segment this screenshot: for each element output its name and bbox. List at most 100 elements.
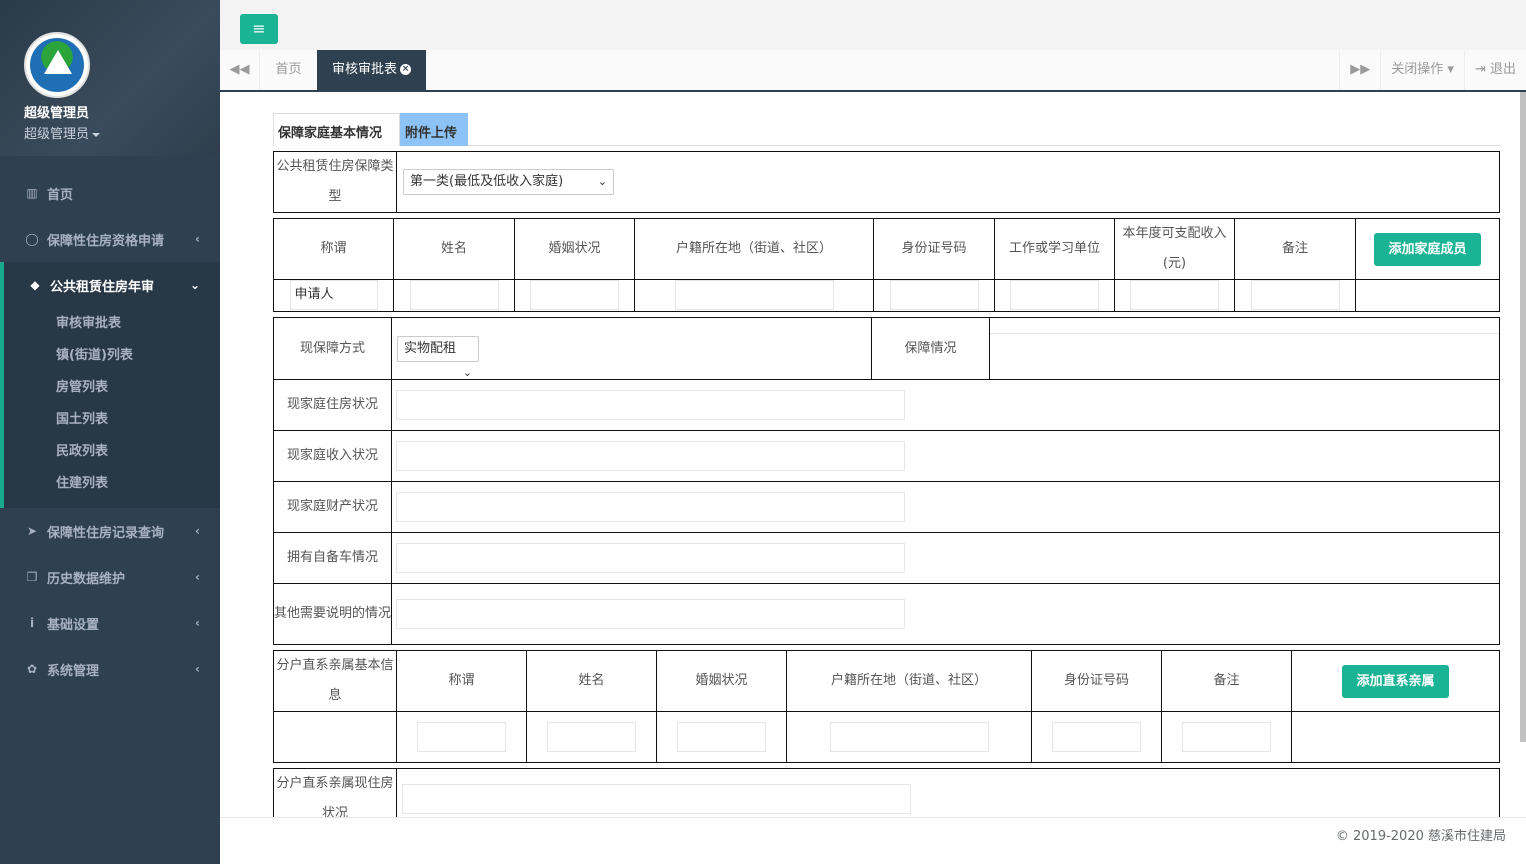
forward-icon: ▶▶ [1350, 62, 1371, 77]
income-label: 现家庭收入状况 [273, 430, 392, 482]
tab-home[interactable]: 首页 [260, 50, 317, 90]
type-select[interactable]: 第一类(最低及低收入家庭) ⌄ [403, 169, 614, 195]
scrollbar[interactable] [1520, 92, 1526, 742]
chevron-left-icon: ‹ [195, 616, 200, 630]
status-field[interactable] [990, 333, 1499, 364]
income-field[interactable] [1130, 280, 1219, 311]
situation-table: 现保障方式 实物配租 ⌄ 保障情况 现家庭住房状况 现家庭收入状况 现家庭财产状况… [273, 317, 1500, 645]
tab-basic-info[interactable]: 保障家庭基本情况 [273, 113, 400, 146]
relative-title-field[interactable] [417, 721, 506, 752]
close-icon[interactable]: × [400, 64, 412, 75]
relative-hukou-field[interactable] [829, 721, 989, 752]
tab-review-table[interactable]: 审核审批表 × [317, 50, 427, 90]
current-mode-label: 现保障方式 [273, 317, 392, 380]
chevron-down-icon: ⌄ [597, 175, 607, 188]
sidebar-item-basic-settings[interactable]: i 基础设置 ‹ [0, 600, 220, 646]
content-area: 保障家庭基本情况 附件上传 公共租赁住房保障类型 第一类(最低及低收入家庭) ⌄ … [220, 92, 1526, 817]
relative-name-field[interactable] [547, 721, 636, 752]
add-family-member-button[interactable]: 添加家庭成员 [1374, 232, 1481, 266]
title-field[interactable]: 申请人 [289, 280, 378, 311]
logo [24, 32, 90, 98]
property-field[interactable] [396, 491, 905, 522]
chevron-left-icon: ‹ [195, 662, 200, 676]
other-field[interactable] [396, 598, 905, 629]
chevron-left-icon: ‹ [195, 570, 200, 584]
relative-note-field[interactable] [1182, 721, 1271, 752]
relatives-header-name: 姓名 [526, 650, 657, 712]
work-unit-field[interactable] [1010, 280, 1099, 311]
sidebar-item-annual-review[interactable]: ◆ 公共租赁住房年审 ⌄ 审核审批表 镇(街道)列表 房管列表 国土列表 民政列表 … [0, 262, 220, 508]
marital-field[interactable] [530, 280, 619, 311]
submenu-item-land-list[interactable]: 国土列表 [4, 404, 220, 436]
caret-down-icon: ▾ [1443, 62, 1454, 77]
submenu-item-review-table[interactable]: 审核审批表 [4, 308, 220, 340]
sidebar-item-label: 公共租赁住房年审 [50, 279, 155, 295]
current-mode-select[interactable]: 实物配租 ⌄ [397, 335, 479, 379]
chevron-left-icon: ‹ [195, 524, 200, 538]
tabs-scroll-left-button[interactable]: ◀◀ [220, 50, 260, 90]
tag-icon: ◆ [30, 278, 40, 292]
members-header-income: 本年度可支配收入(元) [1114, 218, 1235, 280]
sidebar-item-label: 基础设置 [47, 617, 100, 633]
current-mode-value: 实物配租 [404, 340, 457, 356]
property-label: 现家庭财产状况 [273, 481, 392, 533]
members-header-id: 身份证号码 [873, 218, 995, 280]
housing-field[interactable] [396, 389, 905, 420]
relative-id-field[interactable] [1052, 721, 1141, 752]
car-label: 拥有自备车情况 [273, 532, 392, 584]
copy-icon: ❐ [26, 570, 38, 584]
submenu-item-construction-list[interactable]: 住建列表 [4, 468, 220, 500]
sign-out-icon: ⇥ [1474, 62, 1490, 77]
sidebar-item-system[interactable]: ✿ 系统管理 ‹ [0, 646, 220, 692]
relative-marital-field[interactable] [677, 721, 766, 752]
logout-button[interactable]: ⇥ 退出 [1463, 50, 1526, 90]
relatives-header-hukou: 户籍所在地（街道、社区） [786, 650, 1032, 712]
sidebar-item-home[interactable]: ▥ 首页 [0, 170, 220, 216]
menu-toggle-button[interactable]: ≡ [240, 14, 278, 44]
other-label: 其他需要说明的情况 [273, 583, 392, 645]
sidebar-item-label: 历史数据维护 [47, 571, 126, 587]
members-table: 称谓 姓名 婚姻状况 户籍所在地（街道、社区） 身份证号码 工作或学习单位 本年… [273, 218, 1500, 312]
tab-label: 审核审批表 [332, 62, 398, 77]
chevron-left-icon: ‹ [195, 232, 200, 246]
submenu: 审核审批表 镇(街道)列表 房管列表 国土列表 民政列表 住建列表 [4, 308, 220, 508]
sidebar: 超级管理员 超级管理员 ▥ 首页 ◯ 保障性住房资格申请 ‹ ◆ 公共租赁住房年审 ⌄ 审… [0, 0, 220, 864]
tab-tools: ▶▶ 关闭操作 ▾ ⇥ 退出 [1339, 50, 1526, 90]
user-name: 超级管理员 [24, 106, 90, 121]
type-label: 公共租赁住房保障类型 [273, 151, 397, 213]
sidebar-item-history[interactable]: ❐ 历史数据维护 ‹ [0, 554, 220, 600]
sidebar-nav: ▥ 首页 ◯ 保障性住房资格申请 ‹ ◆ 公共租赁住房年审 ⌄ 审核审批表 镇(街道)列表… [0, 170, 220, 692]
tabs-scroll-right-button[interactable]: ▶▶ [1339, 50, 1380, 90]
submenu-item-housing-list[interactable]: 房管列表 [4, 372, 220, 404]
submenu-item-town-list[interactable]: 镇(街道)列表 [4, 340, 220, 372]
members-header-note: 备注 [1234, 218, 1356, 280]
id-number-field[interactable] [889, 280, 979, 311]
user-role-dropdown[interactable]: 超级管理员 [24, 123, 220, 142]
sidebar-item-qualification[interactable]: ◯ 保障性住房资格申请 ‹ [0, 216, 220, 262]
user-role-label: 超级管理员 [24, 127, 90, 142]
sidebar-item-label: 系统管理 [47, 663, 100, 679]
tab-attachment-upload[interactable]: 附件上传 [400, 113, 468, 146]
members-header-title: 称谓 [273, 218, 394, 280]
income-status-field[interactable] [396, 440, 905, 471]
car-field[interactable] [396, 542, 905, 573]
add-relative-button[interactable]: 添加直系亲属 [1342, 664, 1449, 698]
sidebar-item-label: 首页 [47, 187, 74, 203]
members-header-name: 姓名 [393, 218, 515, 280]
housing-label: 现家庭住房状况 [273, 379, 392, 431]
note-field[interactable] [1250, 280, 1340, 311]
chevron-down-icon: ⌄ [189, 278, 200, 292]
relatives-housing-field[interactable] [402, 783, 911, 814]
name-field[interactable] [409, 280, 499, 311]
relatives-header-id: 身份证号码 [1031, 650, 1162, 712]
submenu-item-civil-list[interactable]: 民政列表 [4, 436, 220, 468]
paper-plane-icon: ➤ [26, 524, 38, 538]
close-ops-dropdown[interactable]: 关闭操作 ▾ [1380, 50, 1464, 90]
info-icon: i [29, 616, 35, 630]
gear-icon: ✿ [26, 662, 38, 676]
hukou-field[interactable] [674, 280, 834, 311]
logout-label: 退出 [1489, 62, 1516, 77]
relatives-header-note: 备注 [1161, 650, 1292, 712]
sidebar-item-records[interactable]: ➤ 保障性住房记录查询 ‹ [0, 508, 220, 554]
table-row: 申请人 [273, 279, 1500, 312]
